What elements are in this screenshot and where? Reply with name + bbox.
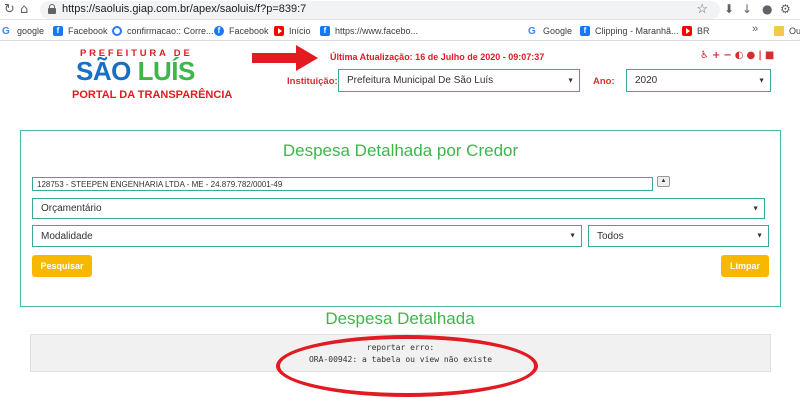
download-arrow-icon[interactable]: ↓ bbox=[742, 2, 752, 16]
search-button[interactable]: Pesquisar bbox=[32, 255, 92, 277]
bookmark-facebook[interactable]: f Facebook bbox=[53, 24, 108, 38]
extension-gear-icon[interactable]: ⚙ bbox=[780, 2, 791, 16]
lock-icon bbox=[48, 4, 56, 14]
bookmark-facebook-url[interactable]: f https://www.facebo... bbox=[320, 24, 418, 38]
year-label: Ano: bbox=[593, 76, 615, 87]
facebook-icon: f bbox=[320, 26, 330, 36]
panel-title: Despesa Detalhada por Credor bbox=[282, 141, 519, 160]
institution-label: Instituição: bbox=[287, 76, 338, 87]
download-icon[interactable]: ⬇ bbox=[724, 2, 734, 16]
google-icon: G bbox=[528, 25, 536, 37]
chevron-down-icon: ▼ bbox=[758, 77, 765, 84]
filter-panel: Despesa Detalhada por Credor 128753 - ST… bbox=[20, 130, 781, 307]
browser-toolbar: ↻ ⌂ https://saoluis.giap.com.br/apex/sao… bbox=[0, 0, 800, 20]
high-contrast-icon[interactable]: ● bbox=[746, 50, 755, 61]
bookmark-clipping[interactable]: f Clipping - Maranhã... bbox=[580, 24, 679, 38]
more-bookmarks-button[interactable]: » bbox=[752, 23, 758, 35]
decrease-font-icon[interactable]: − bbox=[723, 50, 731, 61]
print-icon[interactable]: ■ bbox=[765, 50, 774, 61]
google-icon: G bbox=[2, 25, 10, 37]
bookmark-other-folder[interactable]: Ou bbox=[774, 24, 800, 38]
last-update-text: Última Atualização: 16 de Julho de 2020 … bbox=[330, 52, 545, 62]
red-circle-annotation bbox=[276, 335, 538, 397]
bookmark-star-icon[interactable]: ☆ bbox=[696, 1, 708, 17]
accessibility-icon[interactable]: ♿ bbox=[700, 50, 709, 61]
accessibility-controls: ♿ + − ◐ ● | ■ bbox=[700, 50, 774, 61]
year-select[interactable]: 2020 ▼ bbox=[626, 69, 771, 92]
institution-select[interactable]: Prefeitura Municipal De São Luís ▼ bbox=[338, 69, 580, 92]
chevron-down-icon: ▼ bbox=[756, 232, 763, 240]
shield-extension-icon[interactable]: ● bbox=[762, 2, 772, 16]
separator: | bbox=[758, 50, 762, 61]
confirmacao-icon bbox=[112, 26, 122, 36]
contrast-icon[interactable]: ◐ bbox=[735, 50, 744, 61]
bookmark-br[interactable]: BR bbox=[682, 24, 710, 38]
red-arrow-annotation bbox=[252, 45, 318, 71]
chevron-down-icon: ▼ bbox=[567, 77, 574, 84]
facebook-icon: f bbox=[580, 26, 590, 36]
sao-luis-logo[interactable]: PREFEITURA DE SÃO LUÍS PORTAL DA TRANSPA… bbox=[72, 48, 232, 104]
url-text[interactable]: https://saoluis.giap.com.br/apex/saoluis… bbox=[62, 3, 306, 15]
logo-main-text: SÃO LUÍS bbox=[76, 56, 195, 86]
facebook-icon: f bbox=[53, 26, 63, 36]
bookmark-facebook-2[interactable]: f Facebook bbox=[214, 24, 269, 38]
facebook-icon: f bbox=[214, 26, 224, 36]
creditor-lookup-button[interactable]: ▲ bbox=[657, 176, 670, 187]
creditor-field[interactable]: 128753 - STEEPEN ENGENHARIA LTDA - ME - … bbox=[32, 177, 653, 191]
chevron-down-icon: ▼ bbox=[569, 232, 576, 240]
clear-button[interactable]: Limpar bbox=[721, 255, 769, 277]
youtube-icon bbox=[682, 26, 692, 36]
folder-icon bbox=[774, 26, 784, 36]
address-bar[interactable]: https://saoluis.giap.com.br/apex/saoluis… bbox=[40, 1, 720, 19]
youtube-icon bbox=[274, 26, 284, 36]
logo-bottom-text: PORTAL DA TRANSPARÊNCIA bbox=[72, 89, 233, 101]
bookmark-confirmacao[interactable]: confirmacao:: Corre... bbox=[112, 24, 214, 38]
reload-icon[interactable]: ↻ bbox=[4, 2, 15, 18]
bookmark-google-2[interactable]: G Google bbox=[528, 24, 572, 38]
modality-select[interactable]: Modalidade ▼ bbox=[32, 225, 582, 247]
chevron-down-icon: ▼ bbox=[752, 205, 759, 212]
bookmark-google[interactable]: Ggoogle bbox=[2, 24, 44, 38]
status-select[interactable]: Todos ▼ bbox=[588, 225, 769, 247]
bookmarks-bar: Ggoogle f Facebook confirmacao:: Corre...… bbox=[0, 21, 800, 41]
bookmark-inicio[interactable]: Início bbox=[274, 24, 311, 38]
budget-type-select[interactable]: Orçamentário ▼ bbox=[32, 198, 765, 219]
increase-font-icon[interactable]: + bbox=[712, 50, 720, 61]
home-icon[interactable]: ⌂ bbox=[20, 2, 28, 18]
result-title: Despesa Detalhada bbox=[325, 309, 475, 328]
